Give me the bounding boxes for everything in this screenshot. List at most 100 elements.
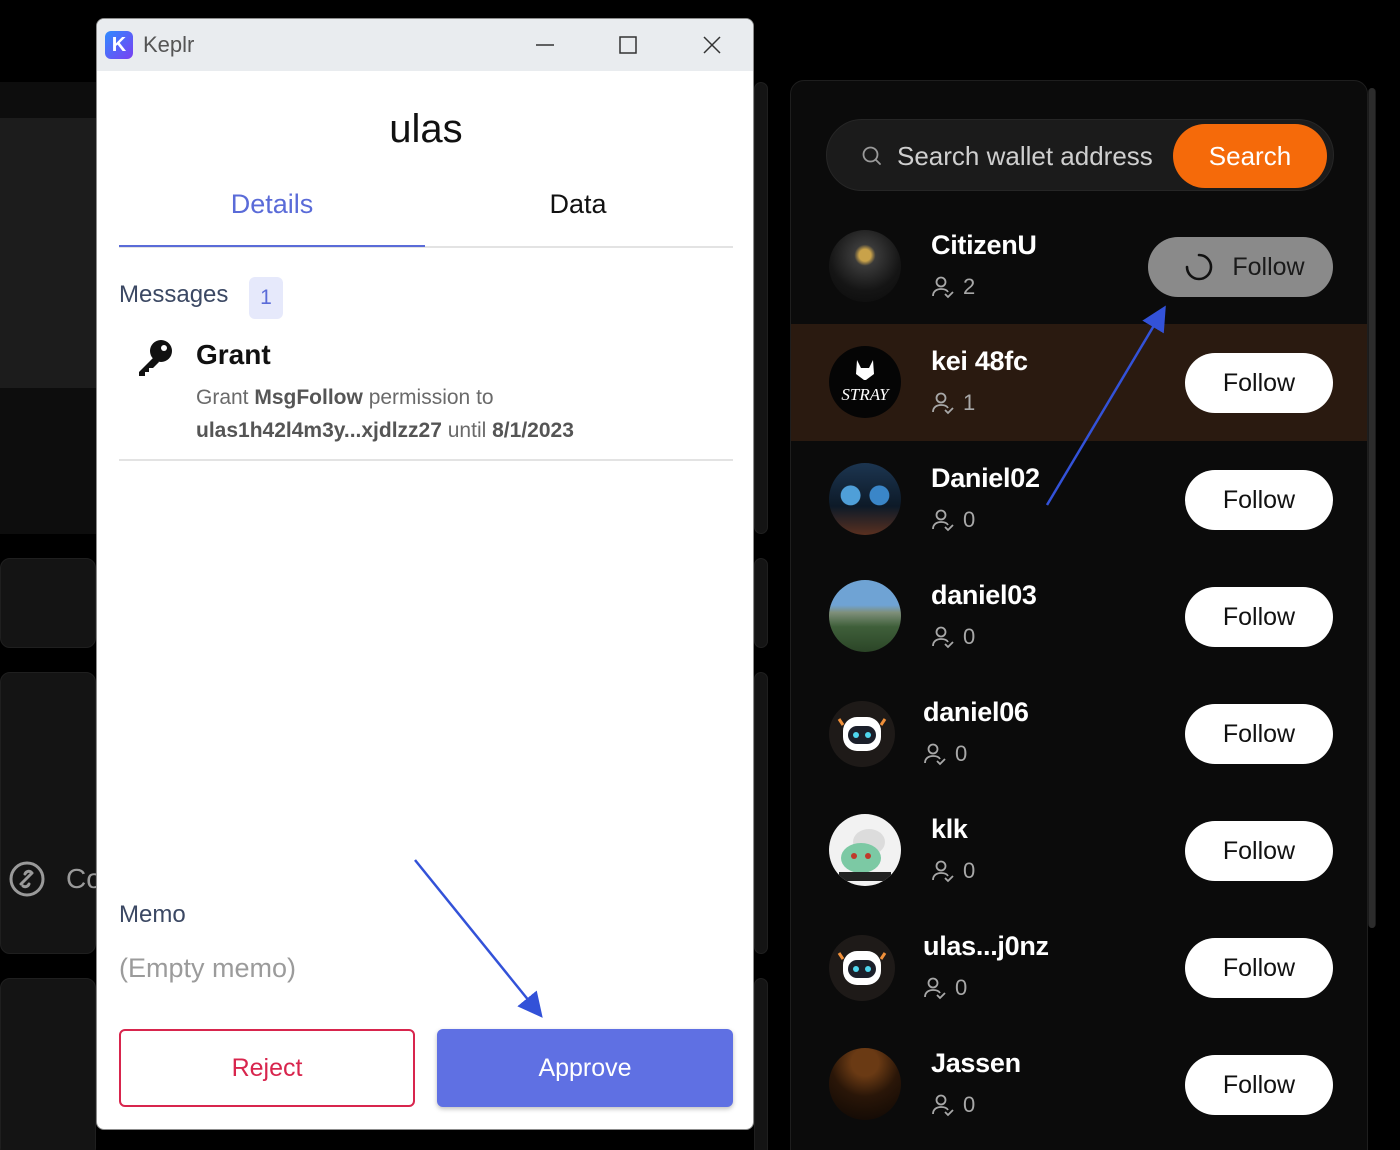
follow-button[interactable]: Follow (1185, 353, 1333, 413)
follower-count: 1 (931, 390, 975, 416)
user-check-icon (932, 860, 954, 883)
background-card (754, 82, 768, 534)
expiry-date: 8/1/2023 (492, 419, 574, 442)
title-bar[interactable]: K Keplr (97, 19, 753, 71)
avatar (829, 935, 895, 1001)
memo-value: (Empty memo) (119, 953, 297, 983)
close-button[interactable] (694, 27, 730, 63)
scrollbar[interactable] (1368, 88, 1376, 928)
user-name: klk (931, 814, 968, 844)
avatar (829, 463, 901, 535)
user-check-icon (932, 626, 954, 649)
minimize-button[interactable] (527, 27, 563, 63)
follow-button[interactable]: Follow (1185, 1055, 1333, 1115)
user-check-icon (924, 743, 946, 766)
follower-count: 0 (923, 741, 967, 767)
follower-count-value: 0 (955, 975, 968, 1000)
close-icon (703, 36, 721, 54)
follower-count-value: 0 (955, 741, 968, 766)
follower-count-value: 0 (963, 624, 976, 649)
user-name: Jassen (931, 1048, 1021, 1078)
user-check-icon (932, 1094, 954, 1117)
background-card (754, 978, 768, 1150)
follow-button[interactable]: Follow (1185, 938, 1333, 998)
key-icon (139, 340, 172, 376)
follower-count: 0 (931, 858, 975, 884)
messages-label: Messages (119, 281, 229, 308)
avatar (829, 701, 895, 767)
user-name: daniel03 (931, 580, 1037, 610)
tab-data[interactable]: Data (425, 189, 731, 220)
follow-button[interactable]: Follow (1185, 587, 1333, 647)
background-panel (0, 118, 96, 388)
user-name: kei 48fc (931, 346, 1028, 376)
background-card (0, 672, 96, 954)
message-title: Grant (196, 339, 271, 370)
signer-name: ulas (389, 107, 463, 151)
bulbasaur-avatar-icon (839, 829, 891, 881)
follow-button[interactable]: Follow (1148, 237, 1333, 297)
memo-label: Memo (119, 901, 186, 928)
robot-avatar-icon (837, 717, 887, 751)
maximize-button[interactable] (610, 27, 646, 63)
avatar (829, 580, 901, 652)
background-copy-link[interactable]: Co (8, 860, 102, 898)
background-card (0, 558, 96, 648)
svg-text:STRAY: STRAY (841, 385, 890, 404)
loading-spinner-icon (1186, 253, 1213, 281)
message-description: Grant MsgFollow permission to ulas1h42l4m… (196, 381, 716, 447)
avatar: STRAY (829, 346, 901, 418)
follow-button[interactable]: Follow (1185, 704, 1333, 764)
user-name: CitizenU (931, 230, 1037, 260)
background-card (754, 558, 768, 648)
follow-button-label: Follow (1232, 252, 1305, 281)
active-tab-indicator (119, 245, 425, 247)
avatar (829, 1048, 901, 1120)
message-text: until (441, 419, 493, 442)
user-name: ulas...j0nz (923, 931, 1049, 961)
follower-count-value: 0 (963, 1092, 976, 1117)
follower-count: 2 (931, 274, 975, 300)
maximize-icon (619, 36, 637, 54)
user-check-icon (932, 276, 954, 299)
user-row[interactable]: STRAY kei 48fc 1 Follow (791, 324, 1367, 441)
message-type: MsgFollow (254, 386, 363, 409)
grantee-address: ulas1h42l4m3y...xjdlzz27 (196, 419, 442, 442)
window-title: Keplr (143, 32, 195, 57)
user-row[interactable]: CitizenU 2 Follow (791, 208, 1367, 325)
follower-count-value: 0 (963, 858, 976, 883)
messages-count-badge: 1 (249, 277, 283, 319)
follow-button[interactable]: Follow (1185, 821, 1333, 881)
background-card (0, 978, 96, 1150)
search-button[interactable]: Search (1173, 124, 1327, 188)
follower-count-value: 0 (963, 507, 976, 532)
background-card (754, 672, 768, 954)
message-text: Grant (196, 386, 255, 409)
follower-count-value: 2 (963, 274, 976, 299)
avatar (829, 230, 901, 302)
user-check-icon (932, 392, 954, 415)
user-list-panel: Search CitizenU 2 Follow STRAY kei 48fc … (790, 80, 1368, 1150)
user-row[interactable]: Jassen 0 Follow (791, 1026, 1367, 1143)
search-icon (862, 146, 881, 165)
avatar (829, 814, 901, 886)
follow-button[interactable]: Follow (1185, 470, 1333, 530)
reject-button[interactable]: Reject (119, 1029, 415, 1107)
message-divider (119, 459, 733, 461)
user-row[interactable]: daniel06 0 Follow (791, 675, 1367, 792)
scrollbar-thumb[interactable] (1369, 88, 1375, 928)
user-row[interactable]: daniel03 0 Follow (791, 558, 1367, 675)
keplr-logo-icon: K (105, 31, 133, 59)
user-check-icon (924, 977, 946, 1000)
user-row[interactable]: ulas...j0nz 0 Follow (791, 909, 1367, 1026)
search-input[interactable] (897, 134, 1187, 178)
user-name: Daniel02 (931, 463, 1040, 493)
tab-details[interactable]: Details (119, 189, 425, 220)
link-icon (9, 861, 45, 897)
search-bar: Search (826, 119, 1334, 191)
approve-button[interactable]: Approve (437, 1029, 733, 1107)
follower-count: 0 (923, 975, 967, 1001)
user-row[interactable]: Daniel02 0 Follow (791, 441, 1367, 558)
user-row[interactable]: klk 0 Follow (791, 792, 1367, 909)
message-text: permission to (362, 386, 494, 409)
